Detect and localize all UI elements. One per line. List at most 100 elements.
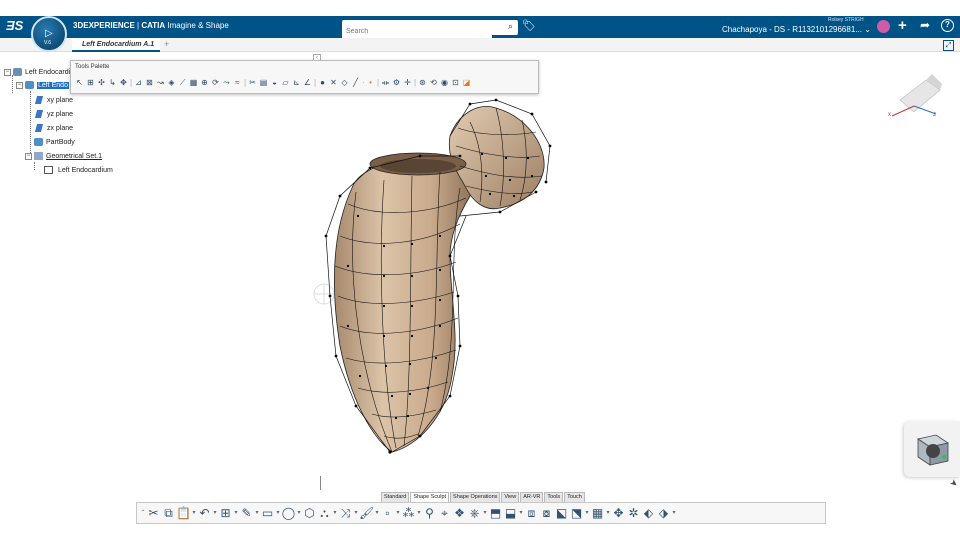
mirror-icon[interactable]: ⎈ xyxy=(467,503,482,523)
compass-widget[interactable]: ▷ V.6 xyxy=(31,16,67,52)
avatar[interactable] xyxy=(877,20,890,33)
edge-icon[interactable]: ⟋ xyxy=(178,78,187,88)
brush-icon[interactable]: 🖌 xyxy=(359,503,374,523)
rectangle-icon[interactable]: ▭ xyxy=(260,503,275,523)
mesh-icon[interactable]: ⊕ xyxy=(200,78,209,88)
vertex-icon[interactable]: ◈ xyxy=(167,78,176,88)
cross-icon[interactable]: ✕ xyxy=(329,78,338,88)
duplicate-icon[interactable]: ⧈ xyxy=(524,503,539,523)
tree-item-geometrical-set[interactable]: − Geometrical Set.1 xyxy=(25,152,102,162)
bookmark-icon[interactable]: ◪ xyxy=(462,78,471,88)
tree-item-left-endocardium[interactable]: Left Endocardium xyxy=(44,166,113,176)
collapse-icon[interactable]: − xyxy=(16,81,23,89)
grid-icon[interactable]: ▤ xyxy=(259,78,268,88)
copy-icon[interactable]: ⧉ xyxy=(161,503,176,523)
subdivision-icon[interactable]: ⊞ xyxy=(218,503,233,523)
search-box[interactable]: ⌕ xyxy=(342,20,518,39)
line-icon[interactable]: ╱ xyxy=(351,78,360,88)
tools-palette[interactable]: Tools Palette ↖ ⊞ ✣ ↳ ✥ | ⊿ ⊠ ↝ ◈ ⟋ ▦ ⊕ … xyxy=(70,60,539,94)
rotate-icon[interactable]: ⟲ xyxy=(429,78,438,88)
collapse-icon[interactable]: − xyxy=(4,68,11,76)
tab-left-endocardium[interactable]: Left Endocardium A.1 xyxy=(72,38,160,52)
axis-triad[interactable] xyxy=(886,72,946,122)
grid-icon[interactable]: ▦ xyxy=(590,503,605,523)
gear-icon[interactable]: ⚙ xyxy=(392,78,401,88)
chevron-down-icon[interactable]: ▾ xyxy=(671,503,677,523)
fold-icon[interactable]: ⬔ xyxy=(569,503,584,523)
sphere-icon[interactable]: ◯ xyxy=(281,503,296,523)
bridge-icon[interactable]: ⬕ xyxy=(554,503,569,523)
pan-icon[interactable]: ✛ xyxy=(403,78,412,88)
link-icon[interactable]: ⟚ xyxy=(381,78,390,88)
point-icon[interactable]: • xyxy=(366,78,375,88)
curve-icon[interactable]: ↝ xyxy=(156,78,165,88)
view-cube-widget[interactable] xyxy=(904,421,960,477)
tag-icon[interactable]: 🏷 xyxy=(522,19,536,32)
edit-mode-icon[interactable]: ⊠ xyxy=(145,78,154,88)
modify-icon[interactable]: ⊿ xyxy=(134,78,143,88)
share-icon[interactable]: ➦ xyxy=(920,18,930,32)
cube-primitive-icon[interactable]: ⬡ xyxy=(302,503,317,523)
dot-icon[interactable]: ▫ xyxy=(380,503,395,523)
ds-logo-icon[interactable]: ƎS xyxy=(6,18,23,33)
view-icon[interactable]: ◉ xyxy=(440,78,449,88)
lock-icon[interactable]: ⊡ xyxy=(451,78,460,88)
face-icon[interactable]: ▦ xyxy=(189,78,198,88)
plus-icon[interactable]: + xyxy=(898,17,907,34)
dimension-icon[interactable]: ∠ xyxy=(303,78,312,88)
ball-icon[interactable]: ● xyxy=(318,78,327,88)
search-input[interactable] xyxy=(342,24,492,39)
tenant-selector[interactable]: Chachapoya - DS - R1132101296681... ⌄ xyxy=(722,25,871,34)
axis-icon[interactable]: ↳ xyxy=(108,78,117,88)
select-icon[interactable]: ↖ xyxy=(75,78,84,88)
tools-icon[interactable]: ✲ xyxy=(626,503,641,523)
tab-standard[interactable]: Standard xyxy=(381,492,410,502)
deform-icon[interactable]: ⬖ xyxy=(641,503,656,523)
magnify-icon[interactable]: ⚲ xyxy=(422,503,437,523)
cut-icon[interactable]: ✂ xyxy=(248,78,257,88)
tab-tools[interactable]: Tools xyxy=(544,492,564,502)
loop-icon[interactable]: ⟳ xyxy=(211,78,220,88)
tab-view[interactable]: View xyxy=(501,492,520,502)
symmetry-icon[interactable]: ✥ xyxy=(611,503,626,523)
offset-icon[interactable]: ⬓ xyxy=(503,503,518,523)
tree-item-yz-plane[interactable]: yz plane xyxy=(34,110,73,120)
split-handle[interactable] xyxy=(320,476,321,490)
edit-icon[interactable]: ✎ xyxy=(239,503,254,523)
tab-touch[interactable]: Touch xyxy=(564,492,585,502)
snap-icon[interactable]: ⊞ xyxy=(86,78,95,88)
3d-viewport[interactable] xyxy=(300,96,560,466)
cube-icon[interactable] xyxy=(904,421,960,477)
compass-icon[interactable]: ⊾ xyxy=(292,78,301,88)
sphere-icon[interactable]: ◒ xyxy=(270,78,279,88)
robot-icon[interactable]: ✣ xyxy=(97,78,106,88)
soft-icon[interactable]: ≈ xyxy=(233,78,242,88)
tab-shape-operations[interactable]: Shape Operations xyxy=(450,492,501,502)
extrude-icon[interactable]: ⬒ xyxy=(488,503,503,523)
cut-icon[interactable]: ✂ xyxy=(146,503,161,523)
collapse-icon[interactable]: − xyxy=(25,152,32,160)
search-icon[interactable]: ⌕ xyxy=(508,21,513,32)
tab-ar-vr[interactable]: AR-VR xyxy=(520,492,544,502)
undo-icon[interactable]: ↶ xyxy=(197,503,212,523)
move-icon[interactable]: ✥ xyxy=(119,78,128,88)
add-tab-button[interactable]: + xyxy=(164,39,169,49)
expand-icon[interactable]: ⤢ xyxy=(943,40,954,51)
matrix-icon[interactable]: ⁂ xyxy=(401,503,416,523)
help-icon[interactable]: ? xyxy=(941,19,954,32)
play-icon[interactable]: ▷ xyxy=(45,28,53,39)
zoom-icon[interactable]: ⊛ xyxy=(418,78,427,88)
layers-icon[interactable]: ⧇ xyxy=(539,503,554,523)
attract-icon[interactable]: ⤳ xyxy=(222,78,231,88)
tree-item-part[interactable]: − Left Endo xyxy=(16,81,69,91)
tab-shape-sculpt[interactable]: Shape Sculpt xyxy=(410,492,450,502)
shape-icon[interactable]: ❖ xyxy=(452,503,467,523)
sweep-icon[interactable]: ⤨ xyxy=(338,503,353,523)
tree-item-partbody[interactable]: PartBody xyxy=(34,138,75,148)
wrap-icon[interactable]: ⬗ xyxy=(656,503,671,523)
surface-icon[interactable]: ⛬ xyxy=(317,503,332,523)
tree-item-zx-plane[interactable]: zx plane xyxy=(34,124,73,134)
attract-icon[interactable]: ⌖ xyxy=(437,503,452,523)
tree-item-xy-plane[interactable]: xy plane xyxy=(34,96,73,106)
plane-tool-icon[interactable]: ▱ xyxy=(281,78,290,88)
